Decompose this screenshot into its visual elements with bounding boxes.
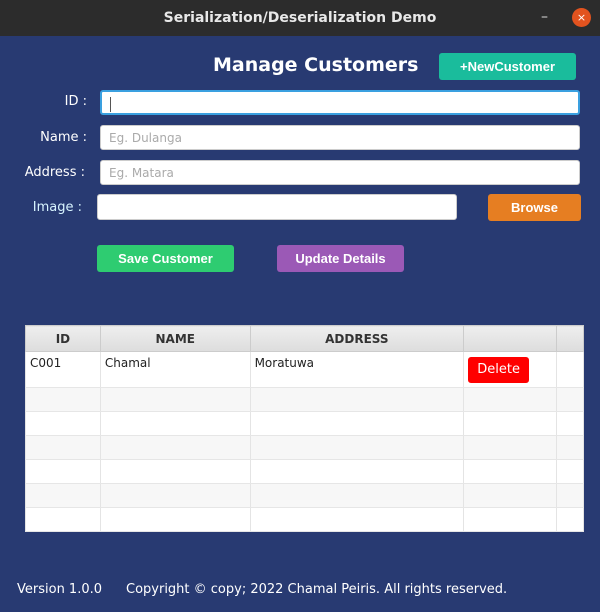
delete-button[interactable]: Delete	[468, 357, 530, 383]
save-customer-button[interactable]: Save Customer	[97, 245, 234, 272]
new-customer-button[interactable]: +NewCustomer	[439, 53, 576, 80]
window-title: Serialization/Deserialization Demo	[163, 10, 437, 26]
cell-id: C001	[25, 351, 101, 388]
address-label: Address :	[24, 165, 85, 180]
column-header-address[interactable]: ADDRESS	[249, 325, 465, 352]
id-label: ID :	[64, 94, 87, 109]
cell-name: Chamal	[99, 351, 251, 388]
name-input[interactable]: Eg. Dulanga	[100, 125, 580, 150]
empty-row	[25, 387, 584, 412]
empty-row	[25, 507, 584, 532]
browse-button[interactable]: Browse	[488, 194, 581, 221]
id-input[interactable]	[100, 90, 580, 115]
update-details-button[interactable]: Update Details	[277, 245, 404, 272]
page-title: Manage Customers	[213, 54, 419, 76]
column-header-action[interactable]	[463, 325, 558, 352]
name-label: Name :	[40, 130, 87, 145]
close-button[interactable]: ×	[572, 8, 591, 27]
table-row[interactable]: C001 Chamal Moratuwa Delete	[25, 351, 584, 388]
version-label: Version 1.0.0	[17, 582, 103, 597]
empty-row	[25, 483, 584, 508]
empty-row	[25, 411, 584, 436]
title-bar: Serialization/Deserialization Demo	[0, 0, 600, 36]
column-header-filler	[556, 325, 584, 352]
copyright-label: Copyright © copy; 2022 Chamal Peiris. Al…	[126, 582, 508, 597]
customers-table: ID NAME ADDRESS C001 Chamal Moratuwa Del…	[25, 325, 584, 532]
column-header-name[interactable]: NAME	[99, 325, 251, 352]
minimize-button[interactable]: –	[541, 0, 548, 34]
image-input[interactable]	[97, 194, 457, 220]
cell-address: Moratuwa	[249, 351, 465, 388]
image-label: Image :	[32, 200, 82, 215]
empty-row	[25, 459, 584, 484]
column-header-id[interactable]: ID	[25, 325, 101, 352]
empty-row	[25, 435, 584, 460]
address-input[interactable]: Eg. Matara	[100, 160, 580, 185]
